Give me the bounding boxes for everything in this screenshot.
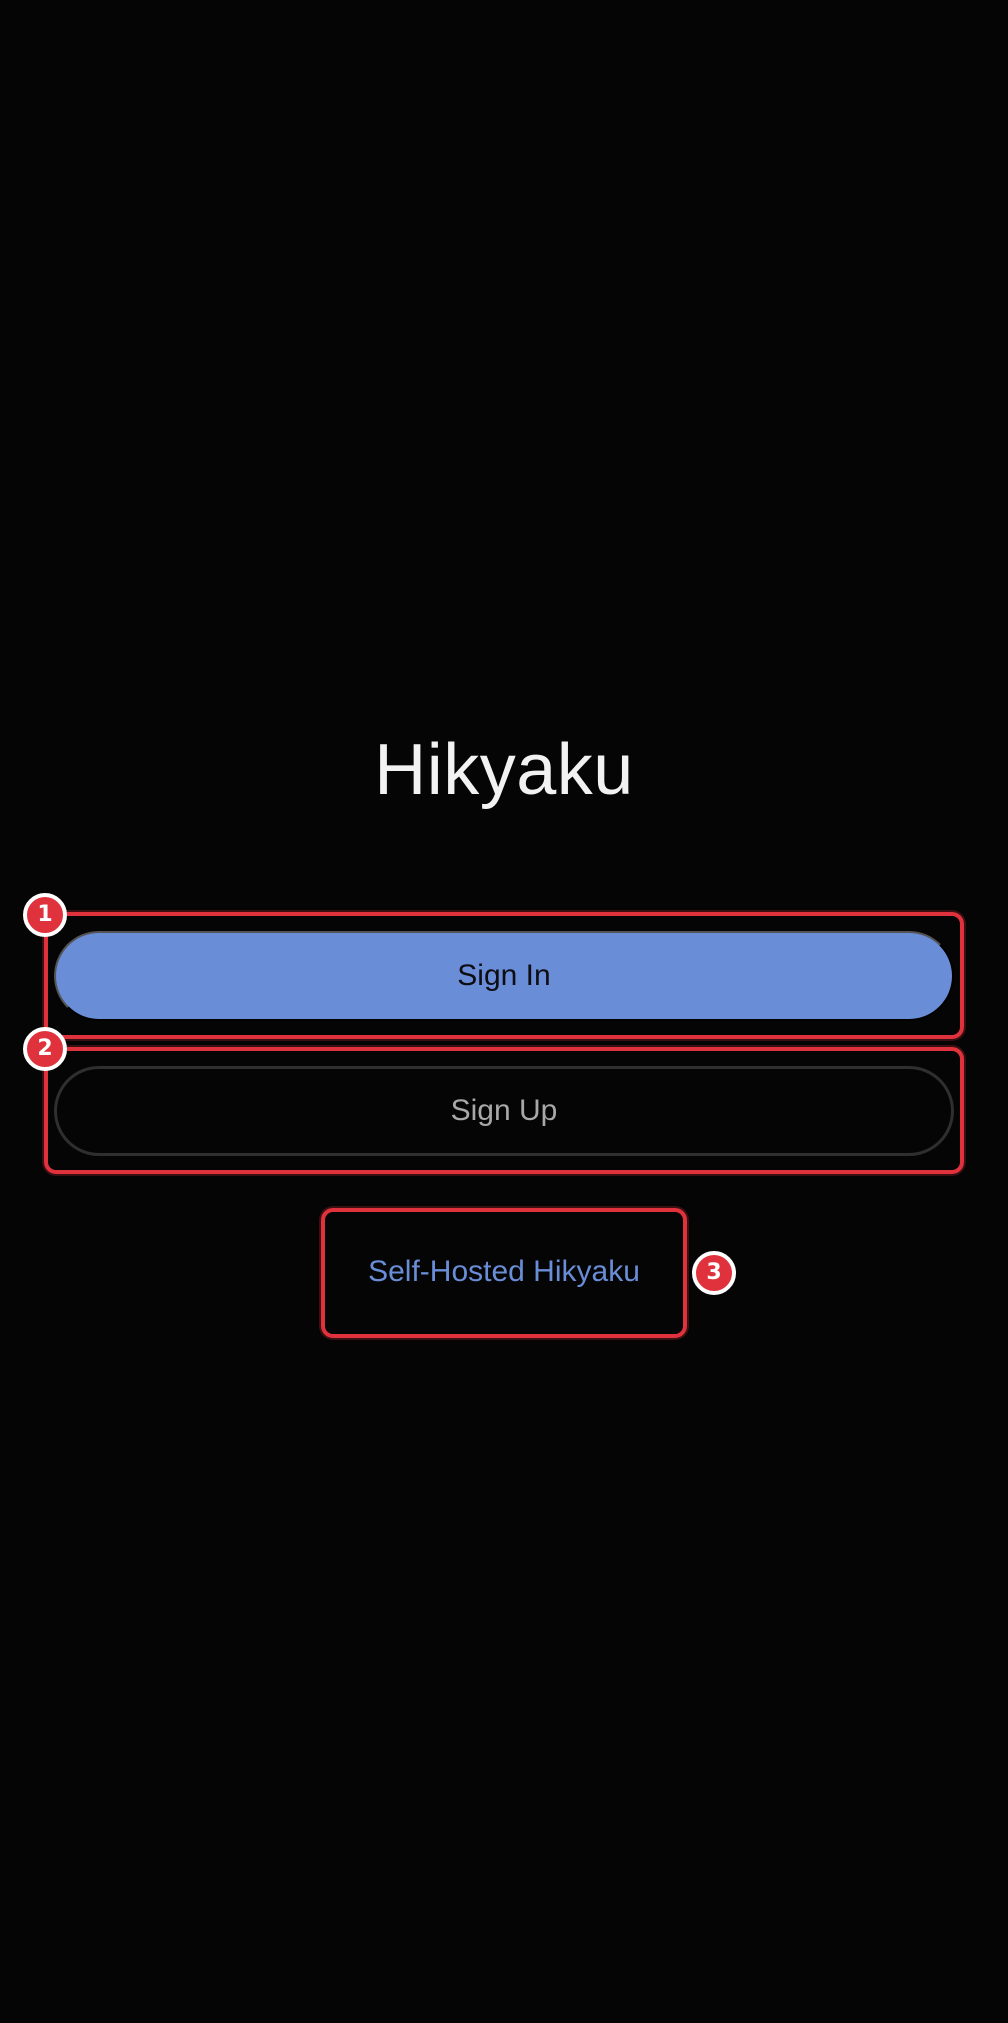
annotation-box-2 bbox=[44, 1047, 964, 1174]
annotation-badge-1: 1 bbox=[23, 893, 67, 937]
annotation-badge-2: 2 bbox=[23, 1027, 67, 1071]
annotation-box-3 bbox=[321, 1208, 687, 1338]
annotation-badge-3: 3 bbox=[692, 1251, 736, 1295]
welcome-screen: Hikyaku Sign In Sign Up Self-Hosted Hiky… bbox=[0, 0, 1008, 2023]
app-title: Hikyaku bbox=[374, 730, 634, 810]
annotation-box-1 bbox=[44, 912, 964, 1039]
